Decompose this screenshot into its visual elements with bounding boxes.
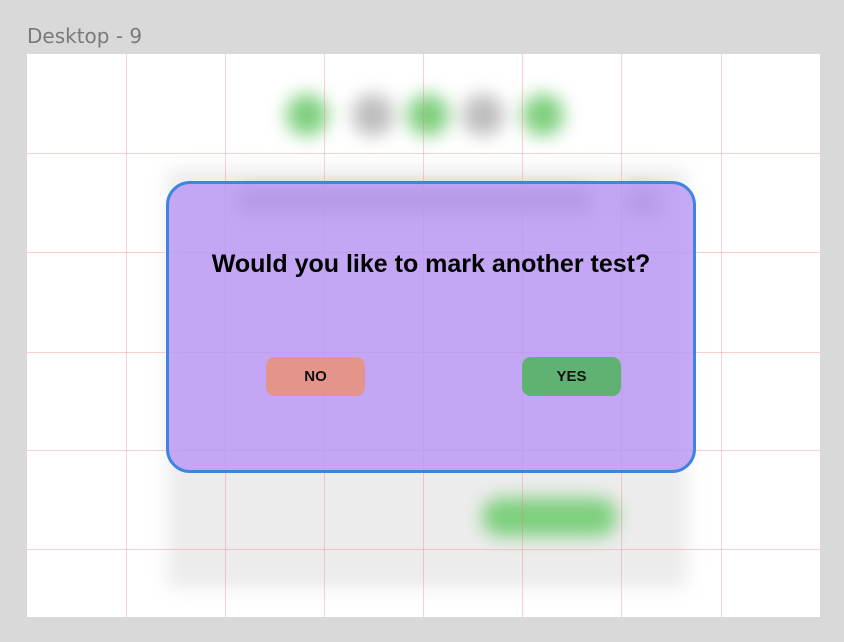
layout-grid-line <box>721 54 722 617</box>
no-button[interactable]: NO <box>266 357 365 396</box>
step-indicator-dot <box>462 94 504 136</box>
dialog-question: Would you like to mark another test? <box>211 250 651 278</box>
step-indicator-dot <box>522 94 564 136</box>
yes-button[interactable]: YES <box>522 357 621 396</box>
layout-grid-line <box>126 54 127 617</box>
layout-grid-line <box>27 549 820 550</box>
step-indicator-dot <box>352 94 394 136</box>
layout-grid-line <box>27 153 820 154</box>
background-submit-button <box>482 498 617 536</box>
confirm-dialog: Would you like to mark another test? NO … <box>166 181 696 473</box>
step-indicator-dot <box>407 94 449 136</box>
step-indicator-dot <box>286 94 328 136</box>
frame-label: Desktop - 9 <box>27 24 143 48</box>
